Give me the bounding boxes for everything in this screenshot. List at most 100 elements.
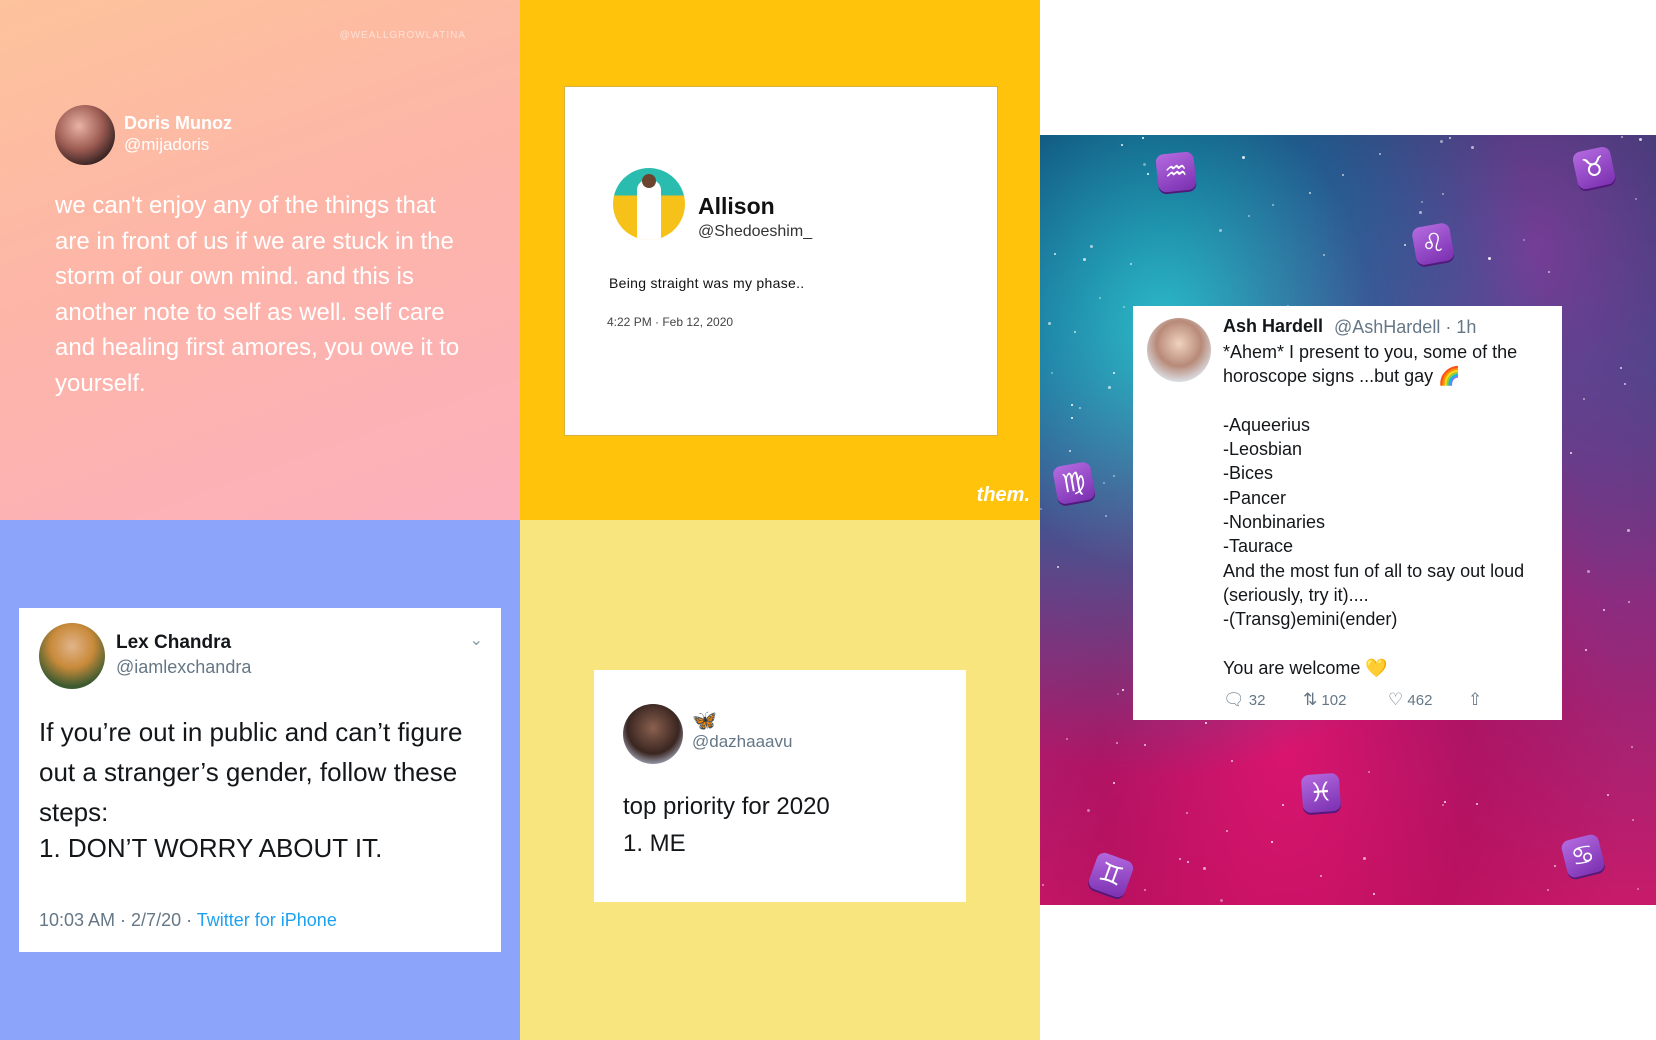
star <box>1607 794 1609 796</box>
star <box>1368 771 1370 773</box>
star <box>1203 867 1206 870</box>
star <box>1548 271 1550 273</box>
star <box>1187 861 1189 863</box>
watermark: @WEALLGROWLATINA <box>339 30 466 41</box>
star <box>1440 140 1443 143</box>
star <box>1040 508 1042 510</box>
avatar[interactable] <box>623 704 683 764</box>
aquarius-icon: ♒ <box>1155 151 1197 193</box>
star <box>1051 372 1053 374</box>
author-handle[interactable]: @Shedoeshim_ <box>698 223 812 241</box>
share-button[interactable]: ⇧ <box>1468 690 1482 710</box>
brand-logo: them. <box>976 484 1030 506</box>
reply-icon: 🗨 <box>1223 690 1245 710</box>
author-handle[interactable]: @dazhaaavu <box>692 732 792 752</box>
tweet-card: Allison @Shedoeshim_ Being straight was … <box>564 86 998 436</box>
avatar[interactable] <box>1147 318 1211 382</box>
star <box>1121 144 1123 146</box>
like-count: 462 <box>1407 692 1433 709</box>
star <box>1570 452 1572 454</box>
author-handle[interactable]: @mijadoris <box>124 135 209 155</box>
star <box>1179 858 1181 860</box>
avatar[interactable] <box>55 105 115 165</box>
star <box>1205 722 1207 724</box>
star <box>1342 174 1344 176</box>
author-name[interactable]: Allison <box>698 193 775 220</box>
star <box>1074 331 1076 333</box>
author-handle[interactable]: @AshHardell · 1h <box>1334 317 1476 338</box>
star <box>1105 515 1107 517</box>
star <box>1144 744 1146 746</box>
share-icon: ⇧ <box>1468 690 1483 710</box>
tweet-time[interactable]: 10:03 AM · 2/7/20 · <box>39 910 197 930</box>
tweet-line-2: 1. ME <box>623 830 686 857</box>
tweet-card: Lex Chandra @iamlexchandra ⌄ If you’re o… <box>19 608 501 952</box>
star <box>1373 893 1375 895</box>
star <box>1442 193 1444 195</box>
tweet-card: Ash Hardell @AshHardell · 1h *Ahem* I pr… <box>1133 306 1562 720</box>
tweet-meta: 10:03 AM · 2/7/20 · Twitter for iPhone <box>39 910 337 931</box>
avatar[interactable] <box>39 623 105 689</box>
tweet-text: we can't enjoy any of the things that ar… <box>55 192 460 397</box>
star <box>1603 609 1605 611</box>
star <box>1627 529 1630 532</box>
pisces-icon: ♓ <box>1300 772 1342 814</box>
star <box>1628 601 1630 603</box>
star <box>1143 163 1146 166</box>
author-name[interactable]: Doris Munoz <box>124 113 232 134</box>
star <box>1323 254 1325 256</box>
virgo-icon: ♍ <box>1051 460 1097 506</box>
star <box>1639 138 1642 141</box>
reply-button[interactable]: 🗨 32 <box>1223 690 1265 710</box>
star <box>1113 782 1115 784</box>
star <box>1449 137 1451 139</box>
star <box>1113 372 1115 374</box>
star <box>1631 746 1633 748</box>
star <box>1186 812 1188 814</box>
star <box>1635 198 1637 200</box>
tweet-text: *Ahem* I present to you, some of the hor… <box>1223 342 1525 678</box>
star <box>1404 244 1406 246</box>
star <box>1583 398 1585 400</box>
leo-icon: ♌ <box>1410 221 1456 267</box>
star <box>1066 738 1068 740</box>
star <box>1130 263 1132 265</box>
gemini-icon: ♊ <box>1086 850 1136 900</box>
star <box>1113 475 1115 477</box>
tweet-panel-ash: ♒ ♉ ♌ ♍ ♓ ♋ ♊ Ash Hardell @AshHardell · … <box>1040 135 1656 905</box>
retweet-button[interactable]: ⇅ 102 <box>1303 690 1346 710</box>
author-name[interactable]: Lex Chandra <box>116 632 231 654</box>
author-handle[interactable]: @iamlexchandra <box>116 657 251 678</box>
star <box>1379 153 1381 155</box>
star <box>1547 889 1549 891</box>
star <box>1108 386 1111 389</box>
star <box>1272 204 1274 206</box>
chevron-down-icon[interactable]: ⌄ <box>470 630 483 650</box>
star <box>1282 804 1284 806</box>
tweet-panel-doris: @WEALLGROWLATINA Doris Munoz @mijadoris … <box>0 0 520 520</box>
star <box>1144 889 1146 891</box>
tweet-source-link[interactable]: Twitter for iPhone <box>197 910 337 930</box>
author-name[interactable]: Ash Hardell <box>1223 316 1323 337</box>
star <box>1220 899 1223 902</box>
taurus-icon: ♉ <box>1571 145 1617 191</box>
retweet-count: 102 <box>1321 692 1347 709</box>
tweet-timestamp[interactable]: 4:22 PM · Feb 12, 2020 <box>607 315 733 329</box>
like-button[interactable]: ♡ 462 <box>1388 690 1432 710</box>
star <box>1226 830 1228 832</box>
star <box>1099 297 1101 299</box>
heart-icon: ♡ <box>1388 690 1404 710</box>
star <box>1554 865 1556 867</box>
star <box>1585 649 1587 651</box>
star <box>1363 857 1366 860</box>
star <box>1083 258 1086 261</box>
star <box>1621 136 1623 138</box>
star <box>1637 888 1639 890</box>
tweet-text: If you’re out in public and can’t figure… <box>39 717 463 827</box>
avatar[interactable] <box>613 168 685 240</box>
star <box>1219 229 1222 232</box>
star <box>1620 367 1622 369</box>
tweet-line-1: top priority for 2020 <box>623 793 830 820</box>
star <box>1523 239 1525 241</box>
star <box>1147 173 1149 175</box>
